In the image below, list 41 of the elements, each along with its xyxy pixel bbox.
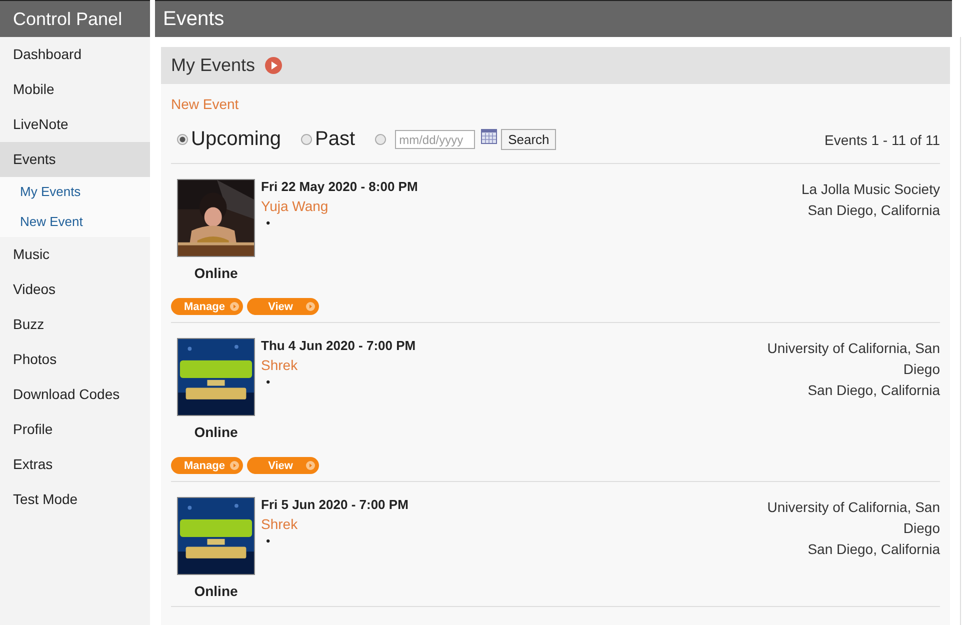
sidebar-item[interactable]: Events [0, 142, 150, 177]
panel-title: My Events [171, 55, 256, 76]
sidebar-title: Control Panel [0, 0, 150, 37]
radio-button[interactable] [301, 134, 312, 145]
event-city: San Diego, California [808, 201, 940, 220]
sidebar-item[interactable]: Profile [0, 412, 150, 447]
event-venue: University of California, San Diego [766, 498, 940, 538]
search-button[interactable]: Search [501, 129, 556, 150]
calendar-icon[interactable] [481, 129, 498, 144]
event-city: San Diego, California [808, 381, 940, 400]
date-field[interactable]: mm/dd/yyyy [395, 130, 476, 149]
event-status: Online [194, 583, 238, 599]
sidebar-item[interactable]: Dashboard [0, 37, 150, 72]
list-bullet: • [266, 375, 270, 389]
event-venue: University of California, San Diego [766, 339, 940, 379]
sidebar-item[interactable]: Mobile [0, 72, 150, 107]
sidebar-item[interactable]: Photos [0, 342, 150, 377]
radio-button[interactable] [375, 134, 386, 145]
event-date: Thu 4 Jun 2020 - 7:00 PM [261, 338, 416, 353]
page-title: Events [155, 0, 952, 37]
list-bullet: • [266, 216, 270, 230]
sidebar-item[interactable]: Videos [0, 272, 150, 307]
event-status: Online [194, 265, 238, 281]
sidebar-subitem[interactable]: New Event [0, 207, 150, 237]
list-bullet: • [266, 534, 270, 548]
radio-label[interactable]: Upcoming [191, 128, 282, 151]
radio-label[interactable]: Past [315, 128, 356, 151]
sidebar-item[interactable]: Music [0, 237, 150, 272]
sidebar-item[interactable]: Download Codes [0, 377, 150, 412]
event-date: Fri 5 Jun 2020 - 7:00 PM [261, 497, 408, 512]
event-date: Fri 22 May 2020 - 8:00 PM [261, 179, 418, 194]
sidebar-item[interactable]: Test Mode [0, 482, 150, 517]
event-venue: La Jolla Music Society [801, 180, 940, 199]
event-city: San Diego, California [808, 540, 940, 559]
sidebar-item[interactable]: Extras [0, 447, 150, 482]
sidebar-subitem[interactable]: My Events [0, 177, 150, 207]
sidebar-item[interactable]: Buzz [0, 307, 150, 342]
radio-button[interactable] [177, 134, 188, 145]
event-status: Online [194, 424, 238, 440]
events-count: Events 1 - 11 of 11 [824, 132, 940, 148]
play-icon[interactable] [265, 57, 282, 74]
